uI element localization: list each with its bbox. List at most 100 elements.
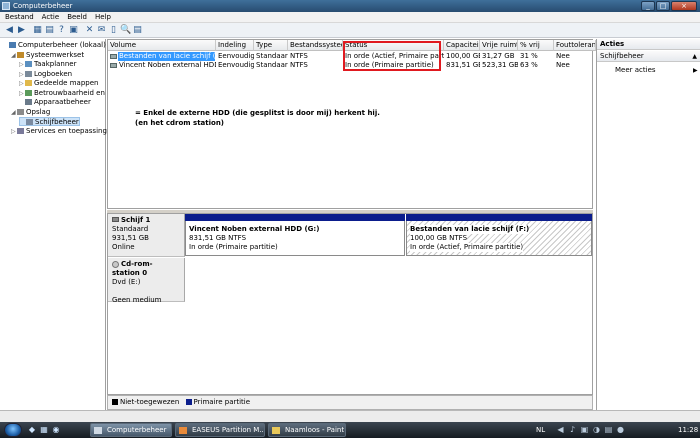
partition-g[interactable]: Vincent Noben external HDD (G:) 831,51 G… (185, 214, 405, 256)
menu-beeld[interactable]: Beeld (64, 12, 90, 23)
annotation-line-1: = Enkel de externe HDD (die gesplitst is… (135, 109, 380, 117)
volume-cell-type: Standaard (256, 52, 288, 60)
help-book-icon[interactable]: ▣ (68, 25, 79, 36)
tree-item-services-en-toepassingen[interactable]: ▷ Services en toepassingen (11, 127, 116, 136)
start-button[interactable] (4, 423, 22, 437)
tree-item-schijfbeheer[interactable]: Schijfbeheer (19, 117, 80, 126)
computer-icon (9, 42, 16, 48)
open-icon[interactable]: ▯ (108, 25, 119, 36)
column-header-bestandssysteem[interactable]: Bestandssysteem (288, 40, 343, 51)
tree-item-computerbeheer-lokaal-[interactable]: Computerbeheer (lokaal) (3, 41, 106, 50)
network-icon[interactable]: ▣ (580, 425, 589, 434)
status-highlight-box (343, 41, 441, 71)
cdrom-type: Dvd (E:) (112, 278, 141, 286)
title-bar: Computerbeheer _ □ × (0, 0, 700, 12)
partition-f-bar (406, 214, 592, 221)
volume-cell-capaciteit: 831,51 GB (446, 61, 480, 69)
partition-g-status: In orde (Primaire partitie) (189, 243, 278, 251)
annotation-text: = Enkel de externe HDD (die gesplitst is… (135, 108, 380, 128)
column-header-fouttolerantie[interactable]: Fouttolerantie (554, 40, 596, 51)
properties-icon[interactable]: ▤ (44, 25, 55, 36)
navigation-tree: Computerbeheer (lokaal) ◢ Systeemwerkset ▷ T… (1, 39, 119, 410)
volume-cell-bestandssysteem: NTFS (290, 61, 308, 69)
back-icon[interactable]: ◀ (4, 25, 15, 36)
folder-icon (25, 80, 32, 86)
actions-section-schijfbeheer[interactable]: Schijfbeheer ▲ (597, 51, 700, 62)
tools-icon (17, 51, 24, 58)
device-icon (25, 99, 32, 105)
tray-expand-icon[interactable]: ◀ (556, 425, 565, 434)
cdrom-state: Geen medium (112, 296, 162, 304)
legend-bar: Niet-toegewezen Primaire partitie (107, 395, 593, 410)
tree-item-betrouwbaarheid-en-pre[interactable]: ▷ Betrouwbaarheid en pre (19, 89, 119, 98)
cdrom-label[interactable]: Cd-rom-station 0 Dvd (E:) Geen medium (108, 258, 185, 304)
volume-list: VolumeIndelingTypeBestandssysteemStatusC… (107, 39, 602, 209)
volume-cell-volume: Bestanden van lacie schijf (F:) (119, 52, 216, 60)
up-icon[interactable]: ▦ (32, 25, 43, 36)
partition-f[interactable]: Bestanden van lacie schijf (F:) 100,00 G… (406, 214, 592, 256)
tree-item-apparaatbeheer[interactable]: Apparaatbeheer (19, 98, 91, 107)
clock[interactable]: 11:28 (678, 422, 698, 438)
menu-bestand[interactable]: Bestand (2, 12, 37, 23)
volume-cell-indeling: Eenvoudig (218, 61, 254, 69)
collapse-icon[interactable]: ▲ (692, 51, 697, 62)
volume-cell-fouttolerantie: Nee (556, 61, 570, 69)
view-icon[interactable]: ▤ (132, 25, 143, 36)
tray-status-icon[interactable]: ● (616, 425, 625, 434)
column-header-vrije-ruimte[interactable]: Vrije ruimte (480, 40, 518, 51)
task-paint[interactable]: Naamloos - Paint (268, 423, 346, 437)
help-icon[interactable]: ? (56, 25, 67, 36)
minimize-button[interactable]: _ (641, 1, 655, 11)
tree-item-gedeelde-mappen[interactable]: ▷ Gedeelde mappen (19, 79, 98, 88)
cdrom-icon (112, 260, 119, 268)
language-indicator[interactable]: NL (536, 422, 545, 438)
tree-item-label: Services en toepassingen (26, 126, 116, 135)
tray-app-icon[interactable]: ▤ (604, 425, 613, 434)
volume-cell-vrije-ruimte: 31,27 GB (482, 52, 515, 60)
quicklaunch-media-icon[interactable]: ◉ (51, 425, 61, 435)
partition-g-size: 831,51 GB NTFS (189, 234, 247, 242)
tree-item-logboeken[interactable]: ▷ Logboeken (19, 70, 72, 79)
column-header-type[interactable]: Type (254, 40, 288, 51)
more-actions-link[interactable]: Meer acties (615, 66, 656, 75)
volume-cell-volume: Vincent Noben external HDD (G:) (119, 61, 216, 69)
menu-help[interactable]: Help (92, 12, 114, 23)
volume-icon[interactable]: ♪ (568, 425, 577, 434)
disk-map: Schijf 1 Standaard 931,51 GB Online Vinc… (107, 213, 593, 395)
tree-item-label: Gedeelde mappen (34, 79, 99, 87)
quicklaunch-ie-icon[interactable]: ◆ (27, 425, 37, 435)
disk-1-size: 931,51 GB (112, 234, 149, 242)
disk-1-label[interactable]: Schijf 1 Standaard 931,51 GB Online (108, 214, 185, 257)
tree-item-opslag[interactable]: ◢ Opslag (11, 108, 50, 117)
power-icon[interactable]: ◑ (592, 425, 601, 434)
tree-item-label: Schijfbeheer (35, 118, 79, 126)
maximize-button[interactable]: □ (656, 1, 670, 11)
quicklaunch-desktop-icon[interactable]: ▦ (39, 425, 49, 435)
menu-actie[interactable]: Actie (39, 12, 63, 23)
task-computerbeheer[interactable]: Computerbeheer (90, 423, 172, 437)
taskbar: ◆ ▦ ◉ Computerbeheer EASEUS Partition M.… (0, 422, 700, 438)
close-button[interactable]: × (671, 1, 697, 11)
legend-primary-label: Primaire partitie (193, 398, 251, 406)
tree-item-label: Computerbeheer (lokaal) (18, 41, 106, 49)
toolbar: ◀ ▶ ▦ ▤? ▣ ✕ ✉ ▯ 🔍 ▤ (0, 23, 700, 38)
task-easeus[interactable]: EASEUS Partition M... (175, 423, 265, 437)
tree-item-systeemwerkset[interactable]: ◢ Systeemwerkset (11, 51, 84, 60)
tree-item-label: Systeemwerkset (26, 50, 85, 59)
properties-sheet-icon[interactable]: ✉ (96, 25, 107, 36)
column-header--vrij[interactable]: % vrij (518, 40, 554, 51)
volume-cell-type: Standaard (256, 61, 288, 69)
disk-icon (112, 217, 119, 222)
column-header-volume[interactable]: Volume (108, 40, 216, 51)
volume-cell-capaciteit: 100,00 GB (446, 52, 480, 60)
legend-primary-swatch (185, 399, 192, 405)
column-header-indeling[interactable]: Indeling (216, 40, 254, 51)
search-icon[interactable]: 🔍 (120, 25, 131, 36)
clock-icon (25, 61, 32, 67)
forward-icon[interactable]: ▶ (16, 25, 27, 36)
app-icon (2, 2, 10, 10)
delete-icon[interactable]: ✕ (84, 25, 95, 36)
tree-item-taakplanner[interactable]: ▷ Taakplanner (19, 60, 77, 69)
column-header-capaciteit[interactable]: Capaciteit (444, 40, 480, 51)
volume-cell-indeling: Eenvoudig (218, 52, 254, 60)
